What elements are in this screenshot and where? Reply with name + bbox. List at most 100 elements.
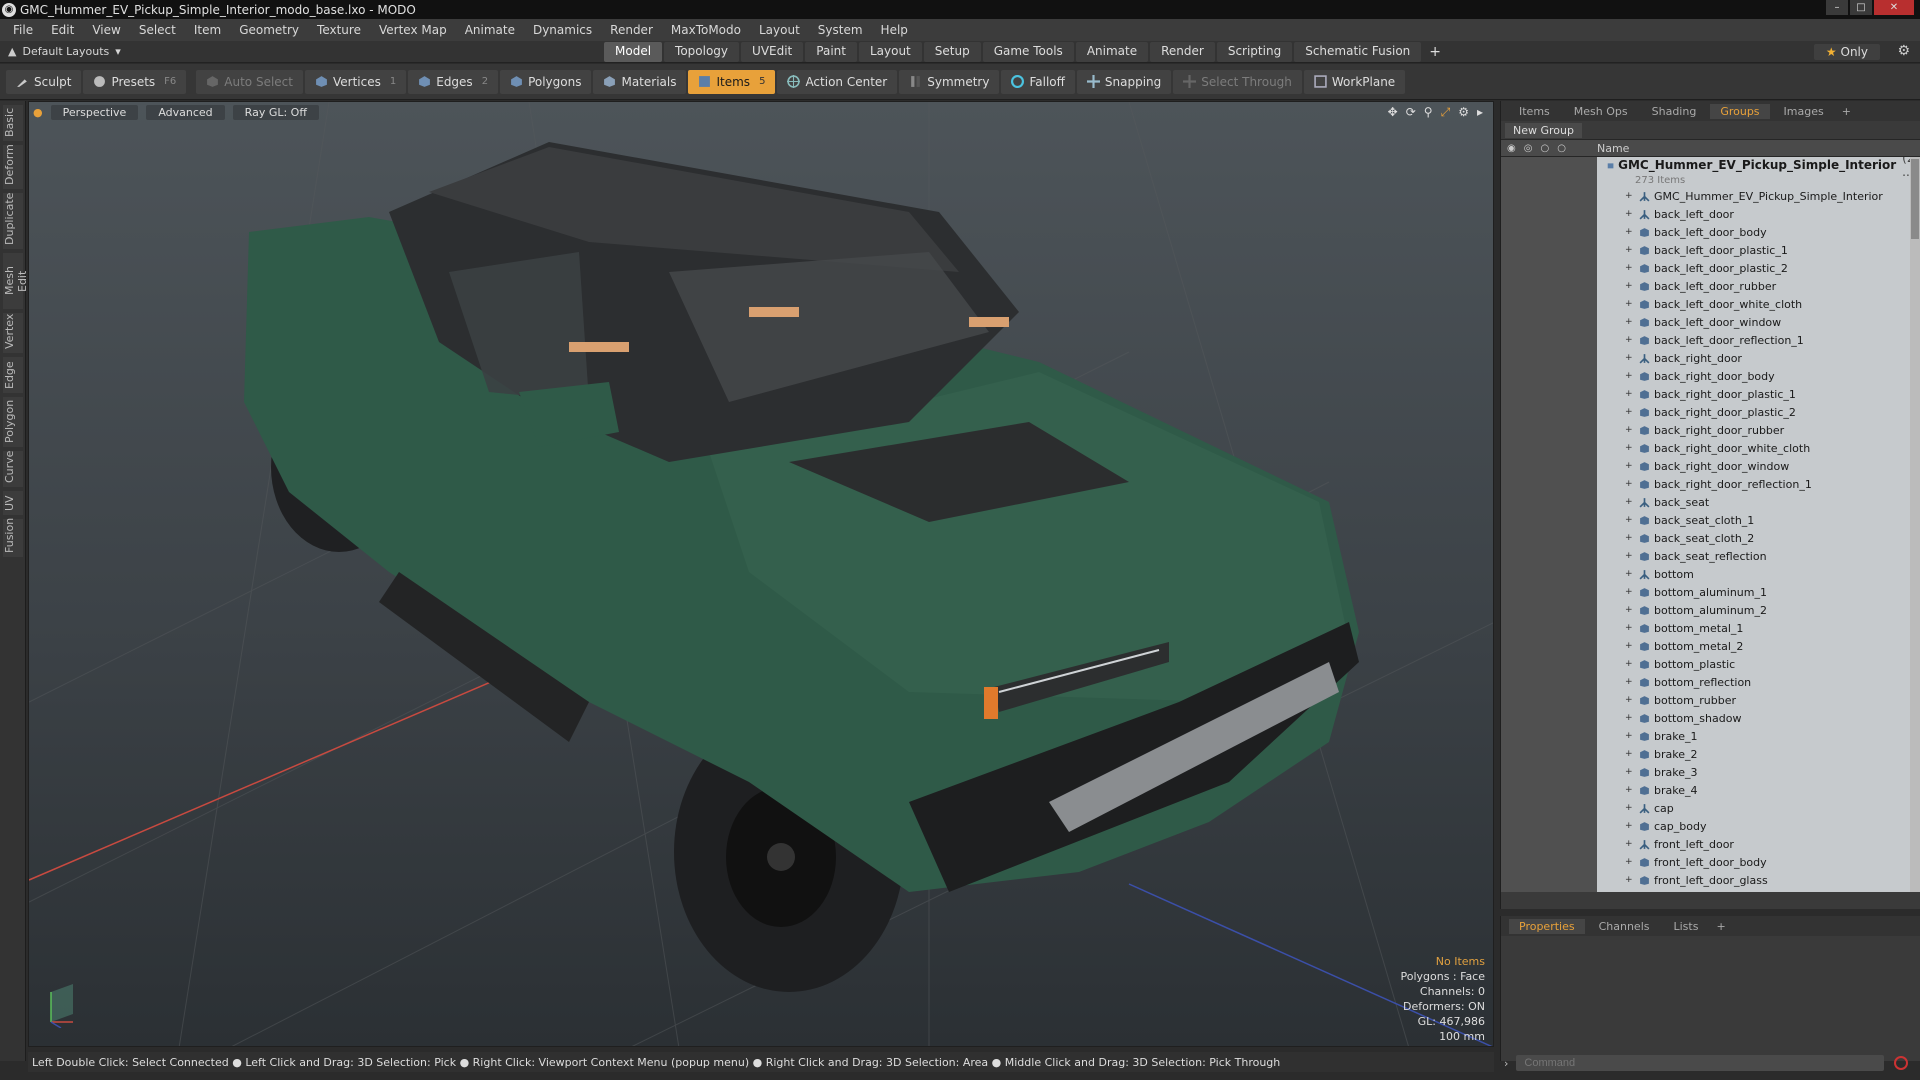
expand-icon[interactable]: + — [1625, 875, 1633, 885]
layout-tab-game-tools[interactable]: Game Tools — [982, 41, 1074, 62]
tree-item[interactable]: + back_left_door_body — [1501, 223, 1920, 241]
layout-selector[interactable]: Default Layouts — [22, 45, 109, 58]
left-tab-curve[interactable]: Curve — [3, 451, 23, 487]
stop-icon[interactable] — [1894, 1056, 1909, 1070]
layout-tab-model[interactable]: Model — [604, 41, 663, 62]
tree-item[interactable]: + bottom — [1501, 565, 1920, 583]
tree-item[interactable]: + back_right_door_window — [1501, 457, 1920, 475]
left-tab-edge[interactable]: Edge — [3, 357, 23, 393]
expand-icon[interactable]: + — [1625, 839, 1633, 849]
panel-tab-images[interactable]: Images — [1774, 104, 1834, 119]
left-tab-vertex[interactable]: Vertex — [3, 313, 23, 353]
add-panel-tab-icon[interactable]: + — [1838, 104, 1855, 119]
expand-icon[interactable]: + — [1625, 569, 1633, 579]
expand-icon[interactable]: + — [1625, 767, 1633, 777]
minimize-icon[interactable]: – — [1826, 0, 1848, 15]
menu-select[interactable]: Select — [130, 23, 185, 37]
viewport-gear-icon[interactable]: ⚙ — [1458, 105, 1469, 120]
expand-icon[interactable]: + — [1625, 821, 1633, 831]
add-layout-tab-icon[interactable]: + — [1423, 42, 1447, 62]
expand-icon[interactable]: + — [1625, 749, 1633, 759]
auto-select-button[interactable]: Auto Select — [196, 69, 303, 94]
zoom-icon[interactable]: ⚲ — [1424, 105, 1433, 120]
tree-item[interactable]: + back_seat_cloth_2 — [1501, 529, 1920, 547]
tree-item[interactable]: + back_left_door_plastic_1 — [1501, 241, 1920, 259]
expand-icon[interactable]: + — [1625, 371, 1633, 381]
expand-icon[interactable]: + — [1625, 623, 1633, 633]
expand-icon[interactable]: + — [1625, 479, 1633, 489]
menu-edit[interactable]: Edit — [42, 23, 83, 37]
menu-texture[interactable]: Texture — [308, 23, 370, 37]
layout-tab-paint[interactable]: Paint — [805, 41, 857, 62]
menu-view[interactable]: View — [83, 23, 129, 37]
expand-icon[interactable]: + — [1625, 641, 1633, 651]
rotate-icon[interactable]: ⟳ — [1406, 105, 1416, 120]
menu-item[interactable]: Item — [185, 23, 230, 37]
tree-item[interactable]: + back_right_door — [1501, 349, 1920, 367]
tree-item[interactable]: + back_left_door_plastic_2 — [1501, 259, 1920, 277]
menu-vertex-map[interactable]: Vertex Map — [370, 23, 456, 37]
expand-icon[interactable]: + — [1625, 497, 1633, 507]
tree-item[interactable]: + bottom_aluminum_1 — [1501, 583, 1920, 601]
tree-item[interactable]: + brake_1 — [1501, 727, 1920, 745]
select-icon[interactable]: ○ — [1557, 143, 1566, 154]
tree-item[interactable]: + back_left_door_white_cloth — [1501, 295, 1920, 313]
menu-render[interactable]: Render — [601, 23, 662, 37]
tree-item[interactable]: + brake_2 — [1501, 745, 1920, 763]
tree-item[interactable]: + GMC_Hummer_EV_Pickup_Simple_Interior — [1501, 187, 1920, 205]
tree-item[interactable]: + bottom_shadow — [1501, 709, 1920, 727]
tree-item[interactable]: + back_seat_cloth_1 — [1501, 511, 1920, 529]
expand-icon[interactable]: + — [1625, 335, 1633, 345]
expand-icon[interactable]: + — [1625, 425, 1633, 435]
menu-maxtomodo[interactable]: MaxToModo — [662, 23, 750, 37]
tree-item[interactable]: + front_left_door_glass — [1501, 871, 1920, 889]
expand-icon[interactable]: + — [1625, 443, 1633, 453]
left-tab-fusion[interactable]: Fusion — [3, 518, 23, 557]
tree-item[interactable]: + back_right_door_rubber — [1501, 421, 1920, 439]
tree-item[interactable]: + back_right_door_plastic_2 — [1501, 403, 1920, 421]
scrollbar-thumb[interactable] — [1911, 159, 1919, 239]
layout-tab-uvedit[interactable]: UVEdit — [741, 41, 804, 62]
tree-item[interactable]: + back_right_door_white_cloth — [1501, 439, 1920, 457]
left-tab-duplicate[interactable]: Duplicate — [3, 193, 23, 249]
render-icon[interactable]: ◎ — [1524, 143, 1533, 154]
tree-item[interactable]: + back_left_door_window — [1501, 313, 1920, 331]
expand-icon[interactable]: + — [1625, 713, 1633, 723]
lock-icon[interactable]: ○ — [1540, 143, 1549, 154]
properties-tab-channels[interactable]: Channels — [1589, 919, 1660, 934]
eye-icon[interactable]: ◉ — [1507, 143, 1516, 154]
expand-icon[interactable]: + — [1625, 227, 1633, 237]
expand-icon[interactable]: + — [1625, 785, 1633, 795]
expand-icon[interactable]: + — [1625, 587, 1633, 597]
menu-dynamics[interactable]: Dynamics — [524, 23, 601, 37]
falloff-button[interactable]: Falloff — [1001, 69, 1075, 94]
symmetry-button[interactable]: Symmetry — [899, 69, 1000, 94]
close-icon[interactable]: ✕ — [1874, 0, 1914, 15]
left-tab-uv[interactable]: UV — [3, 491, 23, 515]
command-input[interactable] — [1516, 1055, 1885, 1071]
expand-icon[interactable]: + — [1625, 533, 1633, 543]
layout-tab-render[interactable]: Render — [1150, 41, 1215, 62]
layout-tab-setup[interactable]: Setup — [923, 41, 981, 62]
expand-icon[interactable]: + — [1625, 281, 1633, 291]
expand-icon[interactable]: + — [1625, 803, 1633, 813]
new-group-button[interactable]: New Group — [1505, 122, 1582, 138]
tree-item[interactable]: + bottom_aluminum_2 — [1501, 601, 1920, 619]
left-tab-deform[interactable]: Deform — [3, 144, 23, 189]
tree-item[interactable]: + bottom_plastic — [1501, 655, 1920, 673]
expand-icon[interactable]: + — [1625, 605, 1633, 615]
tree-item[interactable]: + back_left_door_rubber — [1501, 277, 1920, 295]
expand-icon[interactable]: + — [1625, 731, 1633, 741]
tree-item[interactable]: + front_left_door_body — [1501, 853, 1920, 871]
panel-tab-groups[interactable]: Groups — [1710, 103, 1770, 119]
tree-item[interactable]: + bottom_metal_1 — [1501, 619, 1920, 637]
tree-item[interactable]: + cap_body — [1501, 817, 1920, 835]
tree-item[interactable]: + brake_3 — [1501, 763, 1920, 781]
menu-help[interactable]: Help — [872, 23, 917, 37]
perspective-dropdown[interactable]: Perspective — [50, 104, 139, 120]
left-tab-basic[interactable]: Basic — [3, 105, 23, 141]
action-center-button[interactable]: Action Center — [777, 69, 898, 94]
sculpt-button[interactable]: Sculpt — [6, 69, 82, 94]
viewport-menu-dot[interactable]: ● — [33, 106, 43, 119]
panel-tab-mesh-ops[interactable]: Mesh Ops — [1564, 104, 1638, 119]
